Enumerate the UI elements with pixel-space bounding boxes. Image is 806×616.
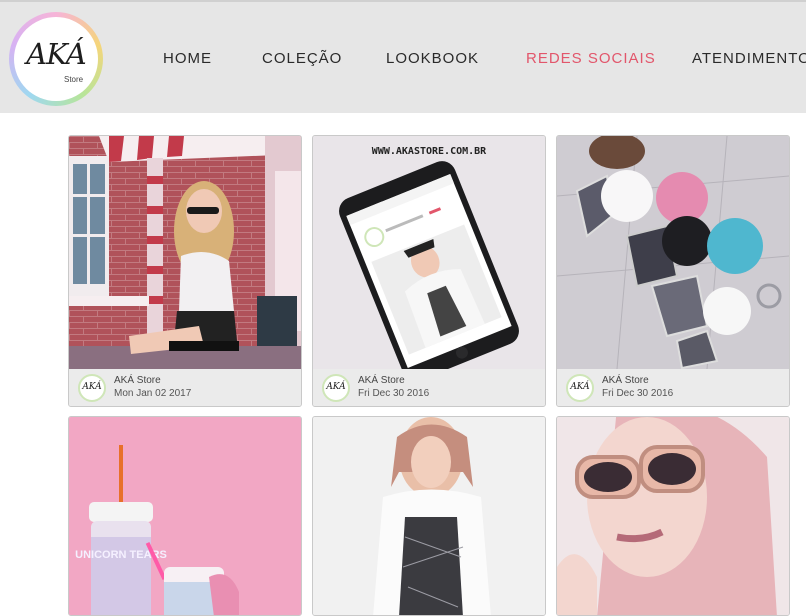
post-photo[interactable] [557,417,789,615]
post-card[interactable]: AKÁ AKÁ Store Mon Jan 02 2017 [68,135,302,407]
post-author[interactable]: AKÁ Store [358,375,405,386]
girl-sitting-storefront-photo [69,136,301,369]
post-card[interactable]: WWW.AKASTORE.COM.BR AKÁ AKÁ Store Fri De… [312,135,546,407]
nav-home[interactable]: HOME [163,50,212,67]
post-date: Mon Jan 02 2017 [114,388,192,399]
keychains-pompoms-photo [557,136,789,369]
nav-colecao[interactable]: COLEÇÃO [262,50,342,67]
avatar-text: AKÁ [570,382,590,392]
post-photo[interactable]: WWW.AKASTORE.COM.BR [313,136,545,369]
author-avatar[interactable]: AKÁ [566,374,594,402]
woman-pink-sunglasses-photo [557,417,789,615]
nav-redes-sociais[interactable]: REDES SOCIAIS [526,50,656,67]
post-photo[interactable] [313,417,545,615]
site-header: AKÁ Store HOME COLEÇÃO LOOKBOOK REDES SO… [0,0,806,113]
nav-atendimento[interactable]: ATENDIMENTO [692,50,806,67]
avatar-text: AKÁ [326,382,346,392]
logo-wordmark: AKÁ [26,37,86,71]
post-card[interactable]: AKÁ AKÁ Store Fri Dec 30 2016 [556,135,790,407]
post-author[interactable]: AKÁ Store [114,375,161,386]
post-meta: AKÁ AKÁ Store Fri Dec 30 2016 [557,369,789,406]
post-author[interactable]: AKÁ Store [602,375,649,386]
post-card[interactable] [556,416,790,616]
unicorn-tears-bottles-photo: UNICORN TEARS [69,417,301,615]
logo-subtext: Store [64,75,84,84]
post-date: Fri Dec 30 2016 [358,388,430,399]
avatar-text: AKÁ [82,382,102,392]
logo-badge: AKÁ Store [14,17,98,101]
author-avatar[interactable]: AKÁ [78,374,106,402]
post-meta: AKÁ AKÁ Store Mon Jan 02 2017 [69,369,301,406]
author-avatar[interactable]: AKÁ [322,374,350,402]
post-card[interactable] [312,416,546,616]
post-meta: AKÁ AKÁ Store Fri Dec 30 2016 [313,369,545,406]
smartphone-website-photo: WWW.AKASTORE.COM.BR [313,136,545,369]
website-url-overlay: WWW.AKASTORE.COM.BR [372,146,487,157]
nav-lookbook[interactable]: LOOKBOOK [386,50,479,67]
post-photo[interactable] [557,136,789,369]
post-photo[interactable]: UNICORN TEARS [69,417,301,615]
brand-logo[interactable]: AKÁ Store [9,12,103,106]
woman-graphic-tank-photo [313,417,545,615]
post-photo[interactable] [69,136,301,369]
post-card[interactable]: UNICORN TEARS [68,416,302,616]
post-date: Fri Dec 30 2016 [602,388,674,399]
